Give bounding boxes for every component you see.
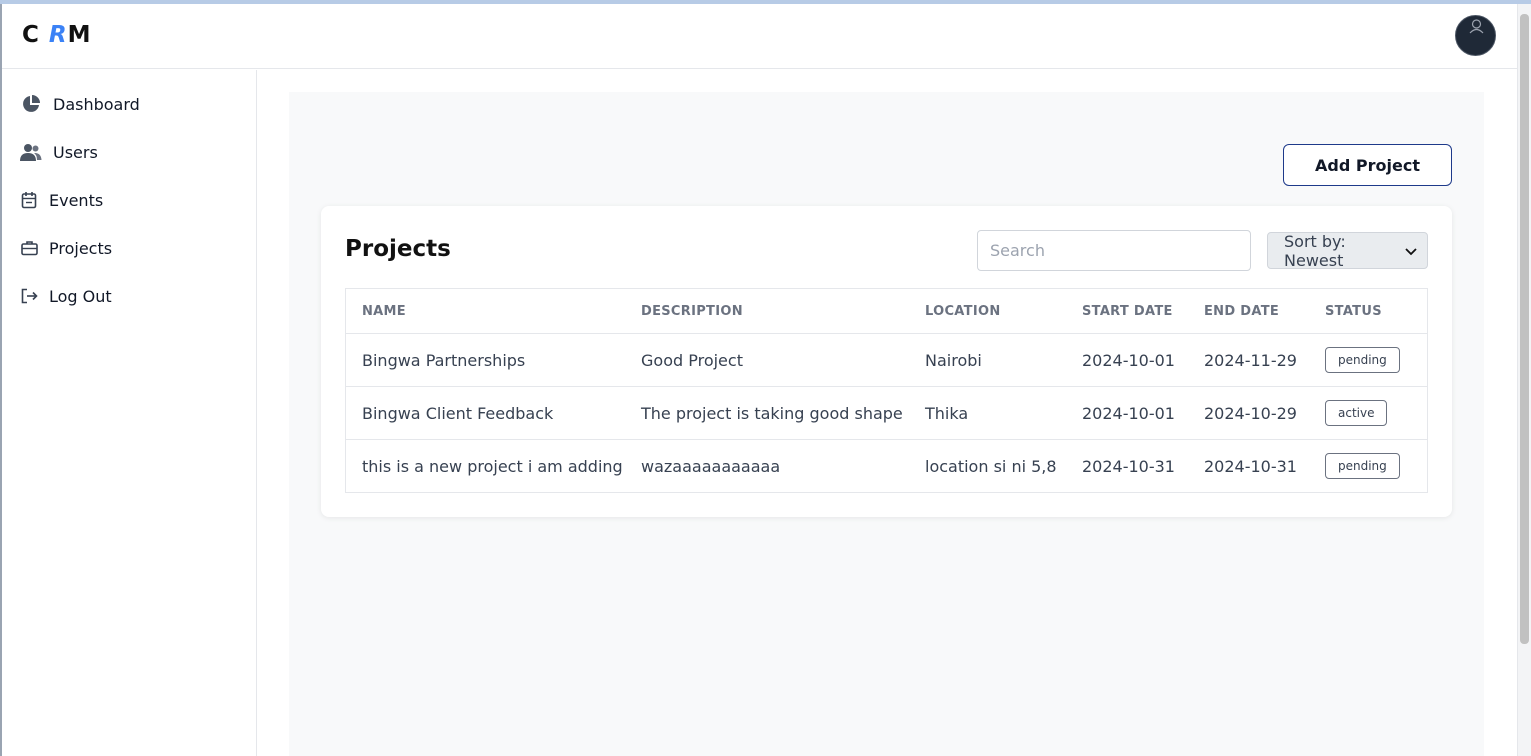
- user-avatar-icon[interactable]: [1455, 15, 1496, 56]
- calendar-icon: [20, 189, 38, 211]
- logout-icon: [20, 285, 38, 307]
- cell-start-date: 2024-10-01: [1082, 403, 1175, 423]
- column-header-start-date[interactable]: START DATE: [1082, 304, 1173, 319]
- sidebar-item-users[interactable]: Users: [20, 137, 98, 167]
- status-badge[interactable]: active: [1325, 400, 1388, 426]
- sidebar-item-label: Users: [53, 142, 98, 162]
- add-project-button[interactable]: Add Project: [1283, 144, 1452, 186]
- sidebar-item-label: Dashboard: [53, 94, 140, 114]
- sidebar-item-label: Events: [49, 190, 104, 210]
- cell-location: Thika: [925, 403, 969, 423]
- cell-name: Bingwa Client Feedback: [362, 403, 554, 423]
- users-icon: [20, 141, 42, 163]
- sidebar: Dashboard Users Events Projects Log Out: [2, 70, 257, 756]
- cell-description: Good Project: [641, 350, 743, 370]
- status-badge[interactable]: pending: [1325, 347, 1400, 373]
- sidebar-item-logout[interactable]: Log Out: [20, 281, 112, 311]
- sidebar-item-dashboard[interactable]: Dashboard: [20, 89, 140, 119]
- search-input[interactable]: [977, 230, 1251, 271]
- table-row[interactable]: this is a new project i am adding wazaaa…: [346, 440, 1427, 492]
- vertical-scrollbar[interactable]: [1517, 4, 1531, 756]
- app-logo[interactable]: C RM: [22, 22, 92, 48]
- cell-name: this is a new project i am adding: [362, 456, 623, 476]
- sidebar-item-label: Log Out: [49, 286, 112, 306]
- sort-select[interactable]: Sort by: Newest: [1267, 231, 1428, 270]
- sidebar-item-events[interactable]: Events: [20, 185, 103, 215]
- top-header: C RM: [2, 4, 1517, 69]
- cell-location: location si ni 5,8: [925, 456, 1057, 476]
- status-badge[interactable]: pending: [1325, 453, 1400, 479]
- logo-letter-r: R: [48, 22, 68, 48]
- cell-start-date: 2024-10-31: [1082, 456, 1175, 476]
- cell-location: Nairobi: [925, 350, 982, 370]
- cell-end-date: 2024-10-31: [1204, 456, 1297, 476]
- column-header-end-date[interactable]: END DATE: [1204, 304, 1279, 319]
- table-row[interactable]: Bingwa Client Feedback The project is ta…: [346, 387, 1427, 440]
- cell-end-date: 2024-10-29: [1204, 403, 1297, 423]
- projects-card: Projects Sort by: Newest NAME DESCRIPTIO…: [321, 206, 1452, 517]
- sidebar-item-label: Projects: [49, 238, 113, 258]
- column-header-name[interactable]: NAME: [362, 304, 406, 319]
- chevron-down-icon: [1405, 241, 1417, 260]
- column-header-location[interactable]: LOCATION: [925, 304, 1001, 319]
- column-header-description[interactable]: DESCRIPTION: [641, 304, 743, 319]
- sort-select-value: Sort by: Newest: [1284, 231, 1346, 270]
- cell-description: The project is taking good shape: [641, 403, 903, 423]
- column-header-status[interactable]: STATUS: [1325, 304, 1382, 319]
- logo-letter-m: M: [67, 22, 92, 48]
- cell-name: Bingwa Partnerships: [362, 350, 526, 370]
- cell-description: wazaaaaaaaaaaa: [641, 456, 781, 476]
- pie-chart-icon: [20, 93, 42, 115]
- logo-letter-c: C: [22, 22, 40, 48]
- page-title: Projects: [345, 236, 451, 262]
- cell-start-date: 2024-10-01: [1082, 350, 1175, 370]
- projects-table: NAME DESCRIPTION LOCATION START DATE END…: [345, 288, 1428, 493]
- scrollbar-thumb[interactable]: [1520, 14, 1529, 644]
- briefcase-icon: [20, 237, 38, 259]
- table-row[interactable]: Bingwa Partnerships Good Project Nairobi…: [346, 334, 1427, 387]
- cell-end-date: 2024-11-29: [1204, 350, 1297, 370]
- sidebar-item-projects[interactable]: Projects: [20, 233, 112, 263]
- table-header: NAME DESCRIPTION LOCATION START DATE END…: [346, 289, 1427, 334]
- main-content: Add Project Projects Sort by: Newest NAM…: [289, 92, 1484, 756]
